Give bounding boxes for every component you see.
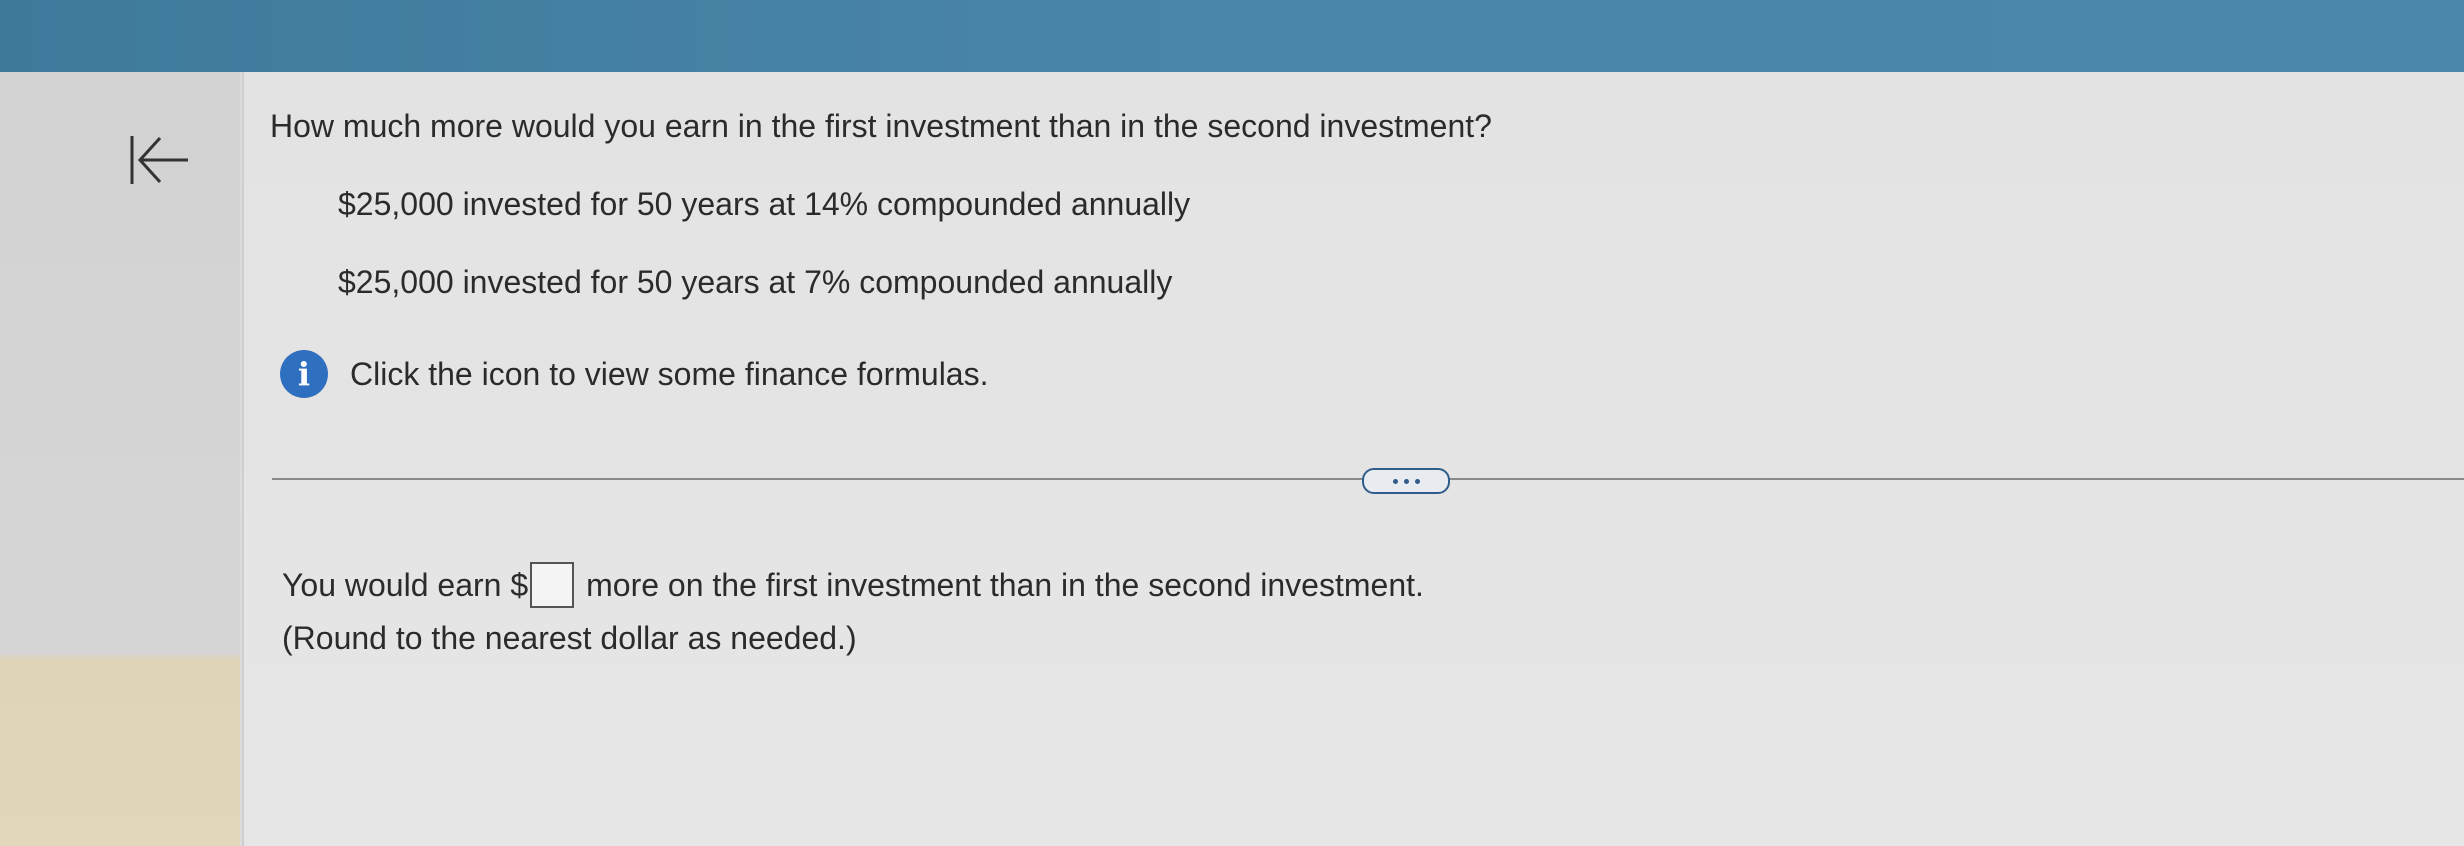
more-dot-icon: [1414, 478, 1420, 484]
more-dot-icon: [1403, 478, 1409, 484]
finance-formulas-text: Click the icon to view some finance form…: [350, 355, 989, 392]
page: How much more would you earn in the firs…: [0, 0, 2464, 846]
rounding-hint: (Round to the nearest dollar as needed.): [282, 620, 857, 656]
left-sidebar: [0, 72, 240, 846]
investment-1-text: $25,000 invested for 50 years at 14% com…: [338, 186, 1191, 222]
question-prompt: How much more would you earn in the firs…: [270, 108, 1492, 144]
info-icon[interactable]: i: [280, 350, 328, 398]
more-dot-icon: [1392, 478, 1398, 484]
finance-formulas-row: i Click the icon to view some finance fo…: [280, 350, 988, 398]
first-page-arrow-icon[interactable]: [126, 130, 196, 190]
answer-input[interactable]: [530, 562, 575, 608]
investment-2-text: $25,000 invested for 50 years at 7% comp…: [338, 264, 1173, 300]
top-header-band: [0, 0, 2464, 72]
answer-prefix: You would earn $: [282, 566, 529, 603]
expand-more-button[interactable]: [1362, 468, 1450, 494]
answer-row: You would earn $ more on the first inves…: [282, 562, 1424, 608]
answer-suffix: more on the first investment than in the…: [586, 566, 1424, 603]
